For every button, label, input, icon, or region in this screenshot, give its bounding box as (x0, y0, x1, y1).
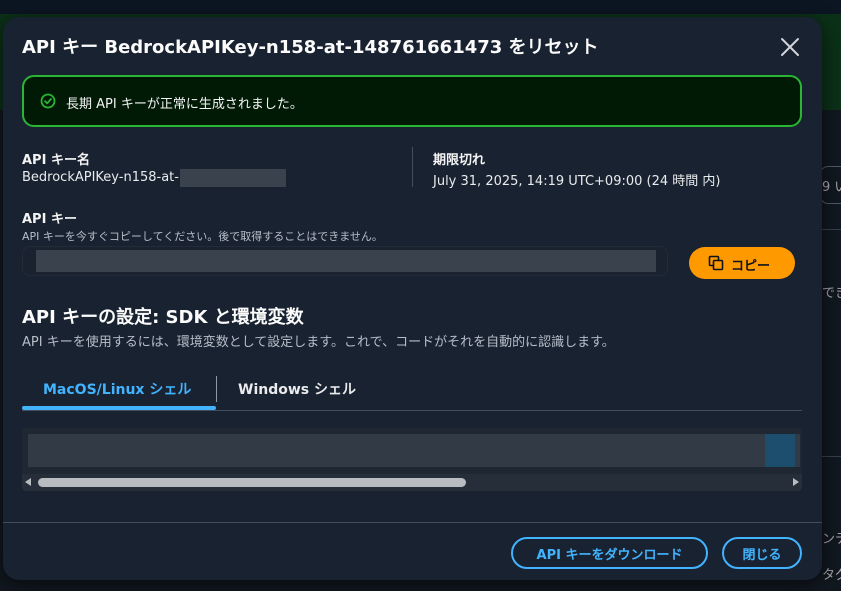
success-alert: 長期 API キーが正常に生成されました。 (22, 75, 802, 127)
setup-section-description: API キーを使用するには、環境変数として設定します。これで、コードがそれを自動… (22, 335, 615, 350)
scroll-left-arrow-icon[interactable] (25, 478, 31, 486)
expiry-label: 期限切れ (433, 153, 486, 168)
scrollbar-thumb[interactable] (38, 478, 466, 487)
close-button[interactable] (779, 36, 801, 58)
tabs-baseline (22, 410, 802, 411)
code-block (22, 428, 802, 491)
reset-api-key-modal: API キー BedrockAPIKey-n158-at-14876166147… (3, 17, 822, 580)
details-divider (412, 147, 413, 187)
active-tab-indicator (22, 406, 216, 410)
api-key-value-box (22, 246, 668, 276)
key-name-value: BedrockAPIKey-n158-at- (22, 170, 179, 185)
tab-macos-linux-shell[interactable]: MacOS/Linux シェル (43, 379, 191, 399)
setup-section-title: API キーの設定: SDK と環境変数 (22, 307, 304, 328)
redacted-key-suffix (180, 169, 286, 187)
expiry-value: July 31, 2025, 14:19 UTC+09:00 (24 時間 内) (433, 174, 721, 189)
horizontal-scrollbar[interactable] (22, 474, 802, 491)
close-modal-button[interactable]: 閉じる (722, 537, 802, 569)
close-icon (781, 38, 799, 56)
copy-button-label: コピー (731, 258, 771, 273)
api-key-description: API キーを今すぐコピーしてください。後で取得することはできません。 (22, 230, 383, 243)
footer-divider (3, 522, 822, 523)
copy-icon (708, 255, 724, 271)
scroll-right-arrow-icon[interactable] (793, 478, 799, 486)
tab-separator (216, 376, 217, 402)
code-copy-overlay (765, 434, 795, 467)
modal-title: API キー BedrockAPIKey-n158-at-14876166147… (22, 37, 599, 58)
api-key-label: API キー (22, 212, 77, 227)
check-circle-icon (40, 93, 56, 109)
alert-text: 長期 API キーが正常に生成されました。 (66, 97, 303, 112)
copy-button[interactable]: コピー (689, 247, 795, 279)
redacted-code (28, 434, 800, 467)
tab-windows-shell[interactable]: Windows シェル (238, 379, 356, 399)
download-api-key-button[interactable]: API キーをダウンロード (511, 537, 708, 569)
redacted-api-key (36, 250, 656, 272)
key-name-label: API キー名 (22, 153, 90, 168)
